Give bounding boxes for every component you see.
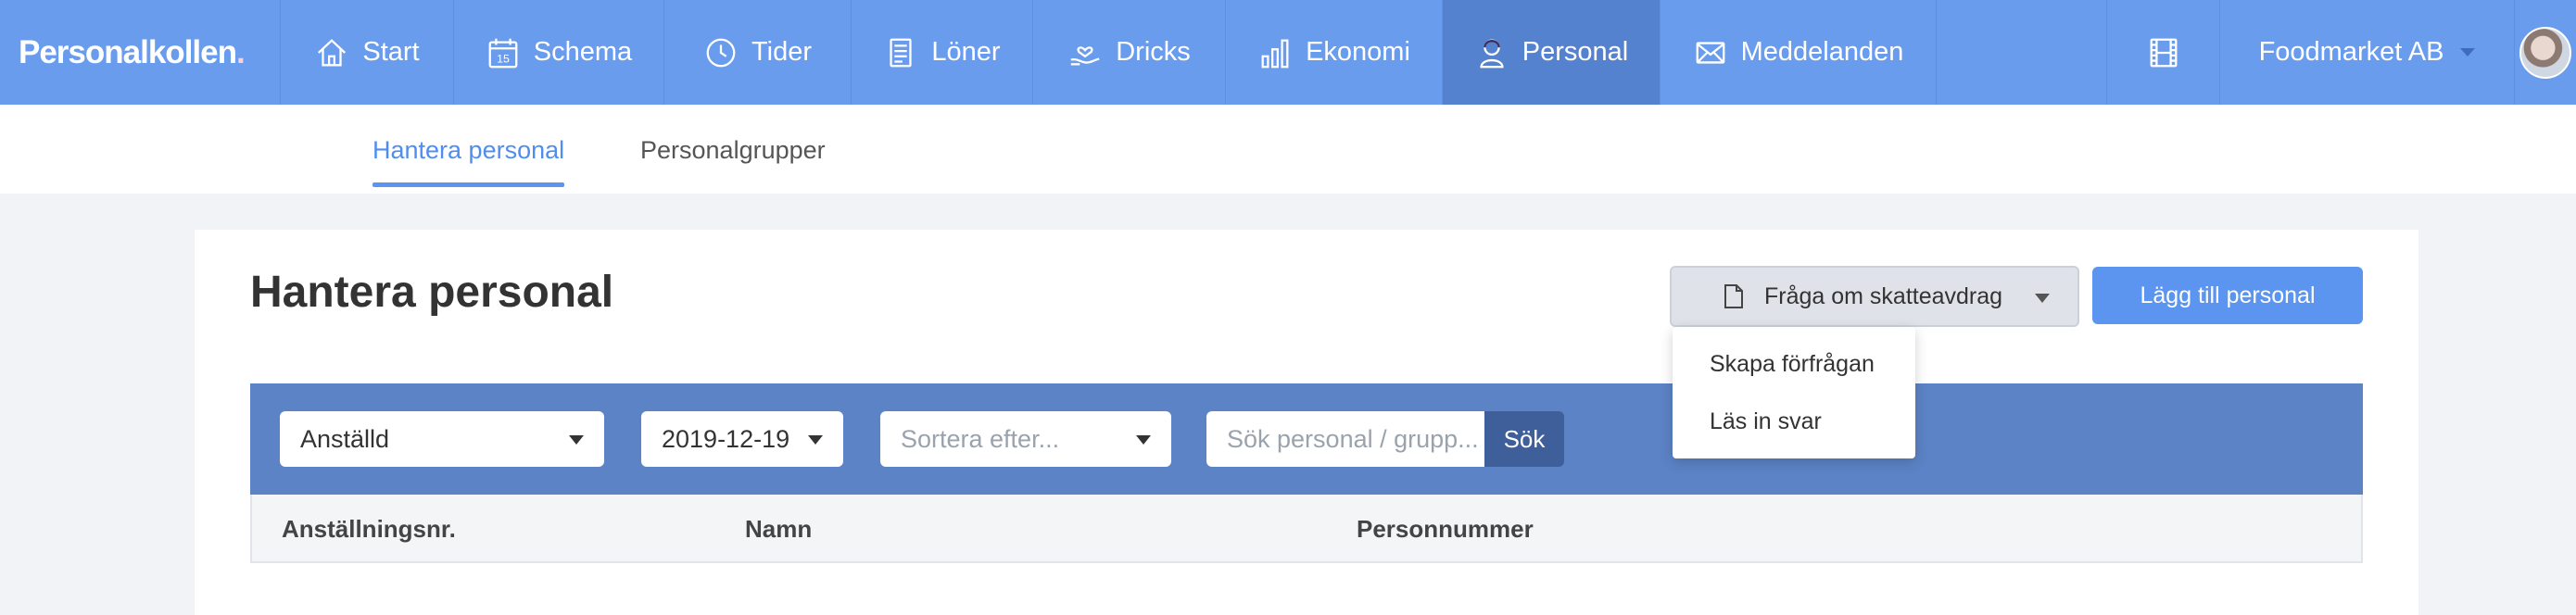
nav-item-ekonomi[interactable]: Ekonomi: [1226, 0, 1443, 105]
chevron-down-icon: [1136, 435, 1151, 445]
bar-chart-icon: [1261, 39, 1289, 68]
tax-deduction-label: Fråga om skatteavdrag: [1764, 282, 2003, 309]
tax-deduction-request-button[interactable]: Fråga om skatteavdrag: [1670, 266, 2079, 327]
chevron-down-icon: [2460, 48, 2476, 56]
menu-item-create-request[interactable]: Skapa förfrågan: [1710, 351, 1875, 378]
menu-item-load-response[interactable]: Läs in svar: [1710, 408, 1822, 435]
filter-bar: Anställd 2019-12-19 Sortera efter... Sök: [250, 383, 2363, 495]
tip-hand-icon: [1070, 45, 1100, 65]
brand-logo[interactable]: Personalkollen.: [0, 0, 281, 105]
nav-item-label: Personal: [1522, 37, 1629, 67]
sub-navigation: Hantera personal Personalgrupper: [0, 105, 2576, 194]
add-personal-button[interactable]: Lägg till personal: [2092, 267, 2363, 324]
user-menu[interactable]: [2515, 0, 2576, 105]
calendar-day: 15: [497, 52, 510, 65]
tab-hantera-personal[interactable]: Hantera personal: [373, 136, 565, 187]
nav-item-personal[interactable]: Personal: [1443, 0, 1661, 105]
film-icon: [2150, 38, 2177, 67]
document-icon: [890, 38, 912, 67]
status-select[interactable]: Anställd: [280, 411, 604, 467]
nav-item-loner[interactable]: Löner: [852, 0, 1033, 105]
date-select[interactable]: 2019-12-19: [641, 411, 843, 467]
chevron-down-icon: [569, 435, 584, 445]
content-card: Hantera personal Fråga om skatteavdrag L…: [195, 230, 2418, 615]
nav-item-label: Dricks: [1116, 37, 1191, 67]
date-select-value: 2019-12-19: [662, 424, 790, 453]
nav-spacer: [1937, 0, 2107, 105]
nav-item-dricks[interactable]: Dricks: [1033, 0, 1226, 105]
search-input[interactable]: [1206, 411, 1484, 467]
tab-personalgrupper[interactable]: Personalgrupper: [640, 136, 826, 165]
top-navigation: Personalkollen. Start 15 Schema Tider Lö…: [0, 0, 2576, 105]
nav-item-meddelanden[interactable]: Meddelanden: [1661, 0, 1937, 105]
sort-select-placeholder: Sortera efter...: [901, 424, 1060, 453]
home-icon: [318, 38, 347, 66]
film-button[interactable]: [2107, 0, 2220, 105]
envelope-icon: [1696, 41, 1724, 64]
nav-item-label: Löner: [931, 37, 1001, 67]
chevron-down-icon: [2035, 294, 2050, 303]
chevron-down-icon: [808, 435, 823, 445]
clock-icon: [706, 38, 736, 67]
nav-item-start[interactable]: Start: [281, 0, 454, 105]
column-header-employee-number[interactable]: Anställningsnr.: [282, 515, 456, 544]
sort-select[interactable]: Sortera efter...: [880, 411, 1171, 467]
nav-item-label: Meddelanden: [1740, 37, 1904, 67]
file-icon: [1724, 284, 1743, 308]
nav-item-label: Schema: [533, 37, 633, 67]
table-header: Anställningsnr. Namn Personnummer: [250, 495, 2363, 563]
search-button[interactable]: Sök: [1484, 411, 1564, 467]
brand-name: Personalkollen: [19, 33, 237, 70]
status-select-value: Anställd: [300, 424, 390, 453]
calendar-icon: 15: [488, 38, 518, 68]
nav-item-label: Start: [362, 37, 420, 67]
tax-request-menu: Skapa förfrågan Läs in svar: [1673, 327, 1915, 458]
nav-item-schema[interactable]: 15 Schema: [454, 0, 664, 105]
company-name: Foodmarket AB: [2258, 37, 2444, 67]
nav-item-tider[interactable]: Tider: [664, 0, 852, 105]
nav-item-label: Ekonomi: [1306, 37, 1410, 67]
person-icon: [1480, 39, 1504, 68]
brand-dot: .: [235, 33, 246, 70]
column-header-name[interactable]: Namn: [745, 515, 812, 544]
avatar[interactable]: [2519, 26, 2571, 79]
page-title: Hantera personal: [250, 268, 614, 317]
nav-item-label: Tider: [751, 37, 812, 67]
company-selector[interactable]: Foodmarket AB: [2220, 0, 2515, 105]
column-header-personal-number[interactable]: Personnummer: [1357, 515, 1534, 544]
